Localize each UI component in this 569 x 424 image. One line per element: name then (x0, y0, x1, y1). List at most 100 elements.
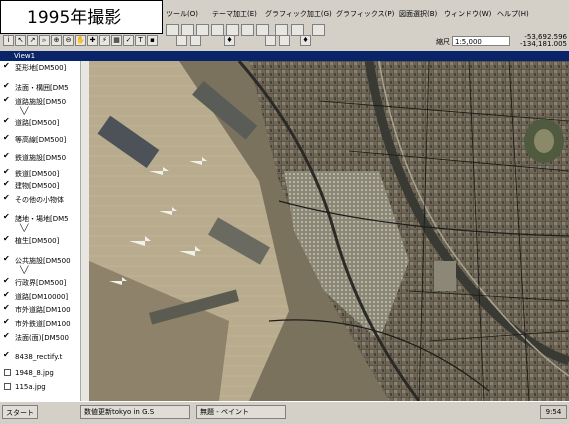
zoom-in-icon[interactable]: ⊕ (51, 35, 62, 46)
legend-item[interactable]: 行政界[DM500] (3, 276, 66, 292)
legend-label: 1948_8.jpg (15, 369, 54, 377)
text-t-icon[interactable]: T (135, 35, 146, 46)
info-tool-icon[interactable]: i (3, 35, 14, 46)
legend-checkbox[interactable] (3, 167, 11, 177)
pan-hand-icon[interactable]: ✋ (75, 35, 86, 46)
legend-label: 法面・構囲[DM5 (15, 84, 69, 92)
photo-year-caption: 1995年撮影 (0, 0, 163, 34)
text-tool-icon[interactable]: ✓ (123, 35, 134, 46)
map-canvas (89, 61, 569, 401)
toggle-icon[interactable] (279, 35, 290, 46)
menu-help[interactable]: ヘルプ(H) (497, 9, 529, 19)
line-symbol-icon: ╲╱ (20, 224, 29, 232)
legend-label: その他の小物体 (15, 196, 64, 204)
legend-checkbox[interactable] (3, 95, 11, 105)
legend-checkbox[interactable] (3, 133, 11, 143)
legend-label: 8438_rectify.t (15, 353, 63, 361)
pointer-tool-icon[interactable]: ↖ (15, 35, 26, 46)
view-title-bar: View1 (0, 51, 569, 61)
legend-label: 道路施設[DM50 (15, 98, 67, 106)
legend-checkbox[interactable] (3, 116, 11, 126)
legend-item[interactable]: 建物[DM500] (3, 179, 60, 195)
legend-item[interactable]: その他の小物体 (3, 193, 64, 209)
legend-item[interactable]: 8438_rectify.t (3, 350, 63, 366)
menu-graphics[interactable]: グラフィックス(P) (336, 9, 394, 19)
select-tool-icon[interactable]: ↗ (27, 35, 38, 46)
menu-drawing-select[interactable]: 図面選択(B) (399, 9, 437, 19)
taskbar-app-paint[interactable]: 無題 - ペイント (196, 405, 286, 419)
draw-tool-icon[interactable]: ▪ (147, 35, 158, 46)
label-tool-icon[interactable]: ▦ (111, 35, 122, 46)
start-button[interactable]: スタート (2, 405, 38, 419)
legend-label: 鉄道施設[DM50 (15, 154, 67, 162)
hotlink-icon[interactable]: ⚡ (99, 35, 110, 46)
legend-checkbox[interactable] (3, 276, 11, 286)
legend-checkbox[interactable] (4, 383, 11, 390)
measure-tool-icon[interactable]: ✚ (87, 35, 98, 46)
legend-item[interactable]: 変形地[DM500] (3, 61, 67, 77)
query-icon[interactable]: ♦ (300, 35, 311, 46)
legend-label: 115a.jpg (15, 383, 46, 391)
toggle-icon[interactable] (176, 35, 187, 46)
legend-item[interactable]: 法面(面)[DM500 (3, 331, 69, 347)
legend-checkbox[interactable] (3, 61, 11, 71)
toggle-icon[interactable] (190, 35, 201, 46)
legend-label: 建物[DM500] (15, 182, 60, 190)
line-symbol-icon: ╲╱ (20, 266, 29, 274)
legend-label: 等高線[DM500] (15, 136, 67, 144)
taskbar-app-gis[interactable]: 数値更新tokyo in G.S (80, 405, 190, 419)
legend-checkbox[interactable] (3, 290, 11, 300)
menu-graphic-edit[interactable]: グラフィック加工(G) (265, 9, 332, 19)
legend-label: 法面(面)[DM500 (15, 334, 69, 342)
legend-item[interactable]: 等高線[DM500] (3, 133, 67, 149)
legend-checkbox[interactable] (3, 212, 11, 222)
legend-item[interactable]: 1948_8.jpg (4, 368, 54, 382)
legend-label: 道路[DM500] (15, 119, 60, 127)
toolbar-button[interactable] (312, 24, 325, 36)
legend-checkbox[interactable] (4, 369, 11, 376)
legend-item[interactable]: 公共施設[DM500╲╱ (3, 254, 71, 274)
view-title: View1 (14, 52, 36, 60)
query-icon[interactable]: ♦ (224, 35, 235, 46)
legend-item[interactable]: 諸地・場地[DM5╲╱ (3, 212, 69, 232)
legend-item[interactable]: 市外鉄道[DM100 (3, 317, 71, 333)
legend-label: 変形地[DM500] (15, 64, 67, 72)
legend-checkbox[interactable] (3, 303, 11, 313)
line-symbol-icon: ╲╱ (20, 107, 29, 115)
coordinate-y: -134,181.005 (519, 40, 567, 48)
legend-checkbox[interactable] (3, 81, 11, 91)
zoom-out-icon[interactable]: ⊖ (63, 35, 74, 46)
legend-checkbox[interactable] (3, 350, 11, 360)
legend-checkbox[interactable] (3, 193, 11, 203)
legend-checkbox[interactable] (3, 254, 11, 264)
legend-item[interactable]: 道路[DM500] (3, 116, 60, 132)
legend-checkbox[interactable] (3, 331, 11, 341)
toggle-icon[interactable] (265, 35, 276, 46)
legend-item[interactable]: 道路施設[DM50╲╱ (3, 95, 67, 115)
legend-checkbox[interactable] (3, 151, 11, 161)
legend-checkbox[interactable] (3, 317, 11, 327)
legend-scrollbar[interactable] (80, 61, 89, 401)
legend-item[interactable]: 市外道路[DM100 (3, 303, 71, 319)
menu-theme-edit[interactable]: テーマ加工(E) (212, 9, 257, 19)
scale-label: 縮尺 (436, 38, 450, 46)
legend-panel: 変形地[DM500]法面・構囲[DM5道路施設[DM50╲╱道路[DM500]等… (0, 61, 90, 401)
menu-window[interactable]: ウィンドウ(W) (444, 9, 491, 19)
aerial-photo-map[interactable] (89, 61, 569, 401)
legend-item[interactable]: 植生[DM500] (3, 234, 60, 250)
legend-label: 市外道路[DM100 (15, 306, 71, 314)
legend-item[interactable]: 鉄道施設[DM50 (3, 151, 67, 167)
legend-item[interactable]: 道路[DM10000] (3, 290, 69, 306)
legend-checkbox[interactable] (3, 234, 11, 244)
legend-label: 植生[DM500] (15, 237, 60, 245)
scale-input[interactable]: 1:5,000 (452, 36, 510, 46)
menu-tools[interactable]: ツール(O) (166, 9, 198, 19)
toolbar-button[interactable] (211, 24, 224, 36)
legend-item[interactable]: 法面・構囲[DM5 (3, 81, 69, 97)
toolbar-button[interactable] (241, 24, 254, 36)
legend-item[interactable]: 115a.jpg (4, 382, 46, 396)
legend-checkbox[interactable] (3, 179, 11, 189)
coordinate-readout: -53,692.596 -134,181.005 (515, 34, 567, 48)
edit-tool-icon[interactable]: ▹ (39, 35, 50, 46)
legend-label: 道路[DM10000] (15, 293, 69, 301)
